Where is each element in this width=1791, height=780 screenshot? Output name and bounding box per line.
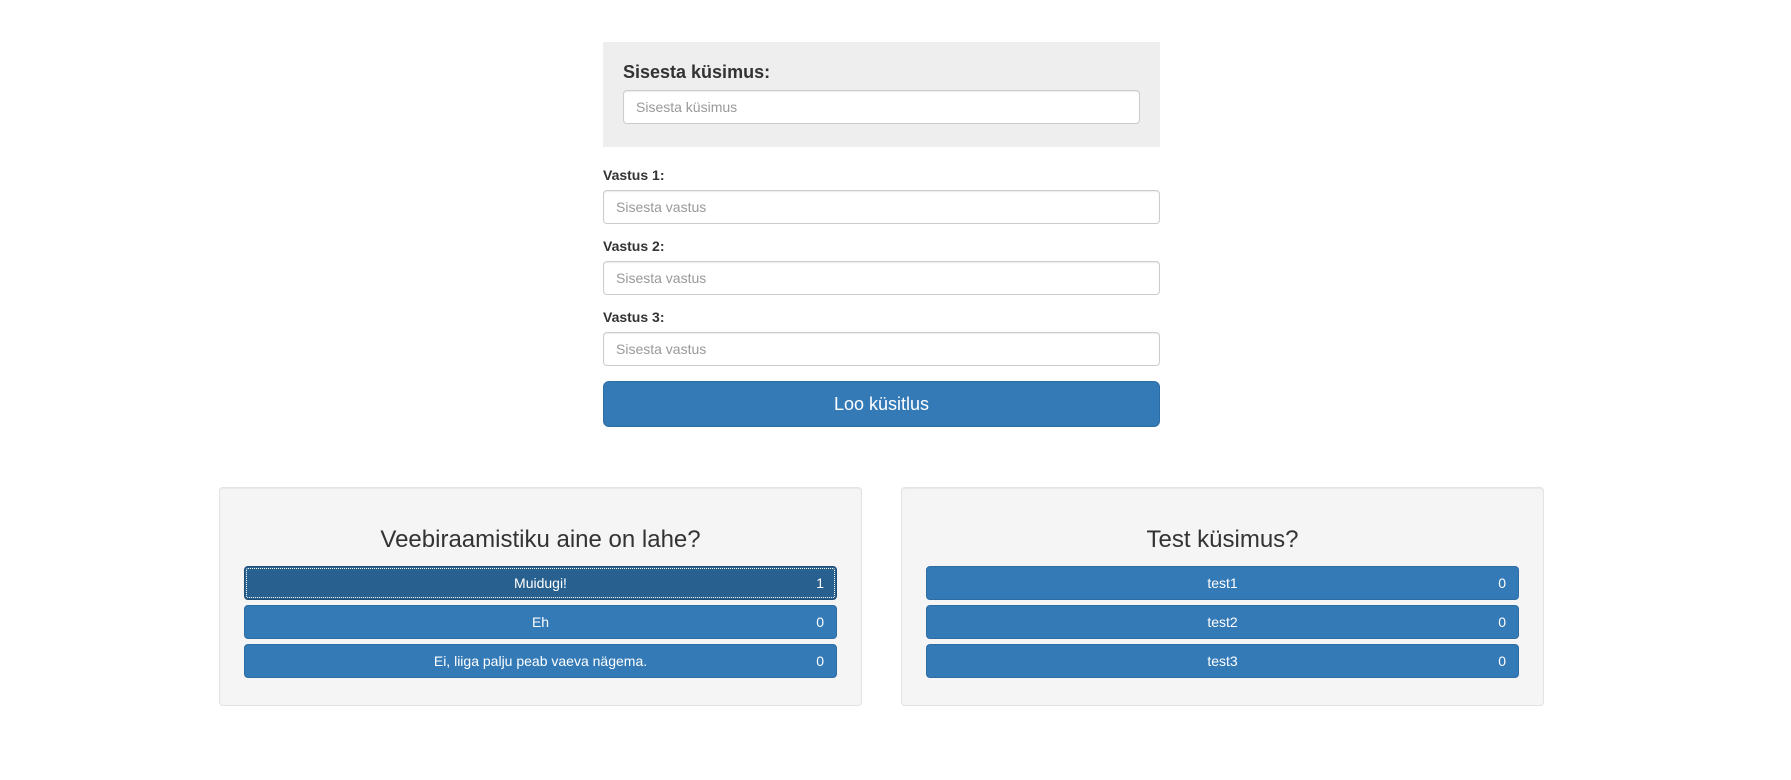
- question-input[interactable]: [623, 90, 1140, 124]
- vote-option-label: test1: [1207, 575, 1238, 591]
- answer-1-input[interactable]: [603, 190, 1160, 224]
- question-box: Sisesta küsimus:: [603, 42, 1160, 147]
- answer-group-3: Vastus 3:: [603, 309, 1160, 366]
- answer-group-1: Vastus 1:: [603, 167, 1160, 224]
- poll-card: Test küsimus? test1 0 test2 0 test3 0: [901, 487, 1544, 706]
- vote-option-label: Ei, liiga palju peab vaeva nägema.: [433, 653, 648, 669]
- poll-title: Veebiraamistiku aine on lahe?: [380, 526, 701, 553]
- vote-button[interactable]: Eh 0: [244, 605, 837, 639]
- answer-2-input[interactable]: [603, 261, 1160, 295]
- vote-button[interactable]: test3 0: [926, 644, 1519, 678]
- question-label: Sisesta küsimus:: [623, 62, 771, 82]
- vote-button[interactable]: Muidugi! 1: [244, 566, 837, 600]
- vote-option-label: test2: [1207, 614, 1238, 630]
- poll-card: Veebiraamistiku aine on lahe? Muidugi! 1…: [219, 487, 862, 706]
- vote-count: 0: [1498, 575, 1506, 591]
- vote-count: 0: [816, 614, 824, 630]
- vote-button[interactable]: test1 0: [926, 566, 1519, 600]
- vote-option-label: Eh: [531, 614, 550, 630]
- answer-3-label: Vastus 3:: [603, 309, 665, 325]
- vote-count: 0: [1498, 614, 1506, 630]
- poll-title: Test küsimus?: [1146, 526, 1299, 553]
- vote-option-label: Muidugi!: [514, 575, 567, 591]
- vote-count: 1: [816, 575, 824, 591]
- vote-button[interactable]: Ei, liiga palju peab vaeva nägema. 0: [244, 644, 837, 678]
- polls-list: Veebiraamistiku aine on lahe? Muidugi! 1…: [219, 487, 1544, 706]
- create-poll-form: Sisesta küsimus: Vastus 1: Vastus 2: Vas…: [603, 42, 1160, 427]
- vote-count: 0: [1498, 653, 1506, 669]
- answer-3-input[interactable]: [603, 332, 1160, 366]
- answer-1-label: Vastus 1:: [603, 167, 665, 183]
- vote-count: 0: [816, 653, 824, 669]
- vote-option-label: test3: [1207, 653, 1238, 669]
- vote-button[interactable]: test2 0: [926, 605, 1519, 639]
- answer-2-label: Vastus 2:: [603, 238, 665, 254]
- answer-group-2: Vastus 2:: [603, 238, 1160, 295]
- create-poll-button[interactable]: Loo küsitlus: [603, 381, 1160, 427]
